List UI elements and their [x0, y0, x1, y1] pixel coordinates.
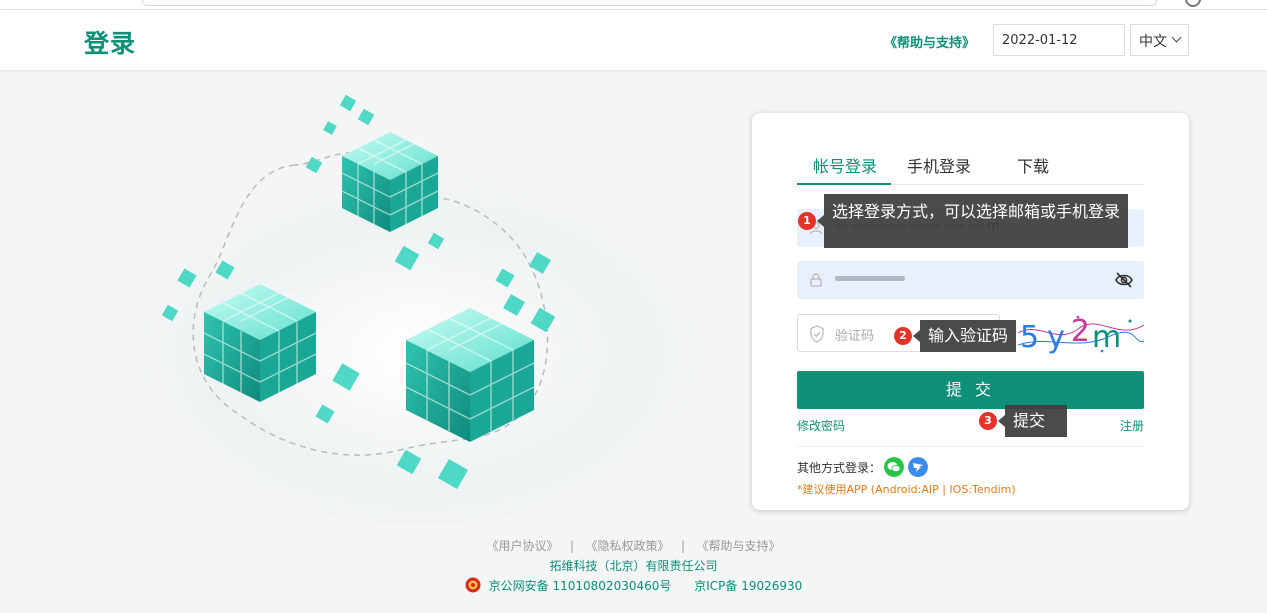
tab-account-login[interactable]: 帐号登录 — [813, 153, 877, 177]
privacy-policy-link[interactable]: 《隐私权政策》 — [585, 539, 669, 553]
icp-record-link[interactable]: 京ICP备 19026930 — [694, 579, 802, 593]
tip-3: 3 提交 — [979, 405, 1067, 437]
password-value — [835, 271, 905, 286]
captcha-text: 5 y 2m — [1020, 314, 1121, 355]
lock-icon — [810, 273, 822, 287]
wechat-icon[interactable] — [884, 457, 904, 477]
hide-password-icon[interactable] — [1114, 271, 1134, 289]
footer-help-link[interactable]: 《帮助与支持》 — [696, 539, 780, 553]
address-bar[interactable] — [142, 0, 1157, 6]
tip-2-text: 输入验证码 — [912, 320, 1017, 352]
active-tab-indicator — [797, 183, 891, 185]
police-record-link[interactable]: 京公网安备 11010802030460号 — [489, 579, 672, 593]
tip-2: 2 输入验证码 — [894, 320, 1017, 352]
tip-2-badge: 2 — [894, 327, 912, 345]
captcha-placeholder: 验证码 — [835, 329, 875, 344]
login-card: 帐号登录 手机登录 下载 m 验证码 5y2m 提 交 修改密码 注册 其他方式… — [752, 113, 1189, 510]
tab-download[interactable]: 下载 — [1017, 153, 1049, 177]
page-title: 登录 — [84, 29, 137, 58]
company-name: 拓维科技（北京）有限责任公司 — [549, 559, 718, 573]
shield-check-icon — [810, 325, 824, 343]
user-agreement-link[interactable]: 《用户协议》 — [487, 539, 559, 553]
profile-icon[interactable] — [1185, 0, 1201, 7]
app-advice: *建议使用APP (Android:AIP | IOS:Tendim) — [797, 483, 1016, 496]
language-value: 中文 — [1139, 34, 1167, 50]
page-header: 登录 《帮助与支持》 2022-01-12 中文 — [0, 10, 1267, 70]
footer-separator: | — [680, 539, 685, 553]
change-password-link[interactable]: 修改密码 — [797, 417, 845, 434]
language-select[interactable]: 中文 — [1130, 24, 1189, 56]
police-badge-icon — [465, 577, 481, 593]
dingtalk-icon[interactable] — [908, 457, 928, 477]
submit-button[interactable]: 提 交 — [797, 371, 1144, 409]
captcha-image[interactable]: 5 y 2m — [1018, 311, 1144, 355]
tip-1: 1 选择登录方式，可以选择邮箱或手机登录 — [798, 194, 1129, 248]
tip-3-text: 提交 — [998, 405, 1067, 437]
chevron-down-icon — [1171, 32, 1182, 43]
password-input[interactable] — [797, 261, 1144, 299]
login-tabs: 帐号登录 手机登录 下载 — [797, 153, 1144, 185]
divider — [797, 446, 1144, 447]
tip-1-text: 选择登录方式，可以选择邮箱或手机登录 — [816, 194, 1129, 248]
page-footer: 《用户协议》 | 《隐私权政策》 | 《帮助与支持》 拓维科技（北京）有限责任公… — [0, 536, 1267, 596]
browser-chrome-strip — [0, 0, 1267, 10]
register-link[interactable]: 注册 — [1120, 417, 1144, 434]
tab-phone-login[interactable]: 手机登录 — [907, 153, 971, 177]
cubes-illustration — [120, 94, 720, 525]
help-support-link[interactable]: 《帮助与支持》 — [884, 32, 975, 51]
footer-separator: | — [569, 539, 575, 553]
other-login-label: 其他方式登录： — [797, 461, 882, 475]
tip-1-badge: 1 — [798, 212, 816, 230]
tip-3-badge: 3 — [979, 412, 997, 430]
date-field[interactable]: 2022-01-12 — [993, 24, 1125, 56]
